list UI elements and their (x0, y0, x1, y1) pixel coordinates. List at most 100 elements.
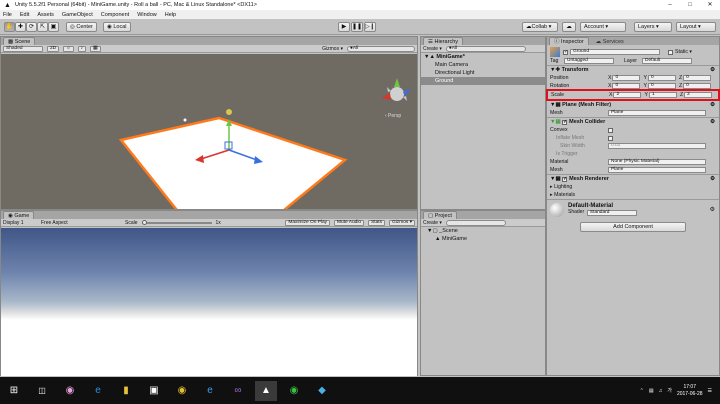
clock[interactable]: 17:07 2017-06-28 (677, 384, 703, 398)
mesh-filter-mesh-field[interactable]: Plane (608, 110, 706, 116)
move-tool-button[interactable]: ✚ (15, 22, 26, 32)
network-icon[interactable]: ▤ (649, 388, 654, 394)
taskbar-chrome[interactable]: ◉ (171, 381, 193, 401)
static-dropdown[interactable]: Static ▾ (675, 49, 692, 55)
orientation-gizmo[interactable] (382, 78, 411, 101)
collab-button[interactable]: ☁Collab ▾ (522, 22, 558, 32)
tab-project[interactable]: ▢ Project (423, 211, 457, 219)
taskbar-app-1[interactable]: ◉ (59, 381, 81, 401)
hierarchy-item-main-camera[interactable]: Main Camera (421, 61, 545, 69)
settings-gear-icon[interactable]: ⚙ (710, 206, 715, 213)
maximize-button[interactable]: □ (680, 0, 700, 10)
hand-tool-button[interactable]: ✋ (4, 22, 15, 32)
tab-services[interactable]: ☁ Services (590, 37, 629, 45)
tag-dropdown[interactable]: Untagged (564, 58, 614, 64)
start-button[interactable]: ⊞ (3, 381, 25, 401)
gizmos-dropdown[interactable]: Gizmos ▾ (322, 46, 343, 52)
menu-file[interactable]: File (3, 12, 12, 18)
position-z-field[interactable]: 0 (683, 75, 712, 81)
cloud-services-button[interactable]: ☁ (562, 22, 576, 32)
pause-button[interactable]: ❚❚ (351, 22, 363, 32)
project-search-input[interactable] (445, 219, 506, 226)
shading-mode-dropdown[interactable]: Shaded (3, 45, 43, 52)
mesh-filter-header[interactable]: ▼▦ Plane (Mesh Filter) ⚙ (547, 100, 719, 109)
step-button[interactable]: ▷❙ (364, 22, 376, 32)
materials-foldout[interactable]: ▸ Materials (547, 191, 719, 199)
hierarchy-scene-root[interactable]: ▼▲ MiniGame* (421, 53, 545, 61)
scale-slider[interactable] (141, 219, 212, 225)
stats-toggle[interactable]: Stats (368, 219, 385, 226)
scene-viewport[interactable]: ‹ Persp (1, 54, 417, 209)
hierarchy-item-ground[interactable]: Ground (421, 77, 545, 85)
scale-slider-thumb[interactable] (141, 219, 147, 225)
tab-hierarchy[interactable]: ☰ Hierarchy (423, 37, 464, 45)
taskbar-app-3[interactable]: ◆ (311, 381, 333, 401)
settings-gear-icon[interactable]: ⚙ (710, 102, 715, 108)
layers-dropdown[interactable]: Layers ▾ (634, 22, 672, 32)
object-name-field[interactable]: Ground (570, 49, 660, 55)
project-item-minigame[interactable]: ▲ MiniGame (421, 235, 545, 243)
tab-game[interactable]: ◉ Game (3, 211, 35, 219)
menu-window[interactable]: Window (137, 12, 157, 18)
layer-dropdown[interactable]: Default (642, 58, 692, 64)
scale-tool-button[interactable]: ⇱ (37, 22, 48, 32)
mesh-collider-enabled-checkbox[interactable]: ✓ (562, 119, 567, 125)
tray-expand-icon[interactable]: ⌃ (640, 388, 644, 394)
audio-toggle[interactable]: ♪ (77, 45, 86, 52)
pivot-local-toggle[interactable]: ◉ Local (103, 22, 131, 32)
ime-indicator[interactable]: 가 (667, 387, 672, 394)
active-checkbox[interactable]: ✓ (563, 49, 568, 55)
rotation-z-field[interactable]: 0 (683, 83, 712, 89)
transform-header[interactable]: ▼✚ Transform ⚙ (547, 65, 719, 74)
notifications-icon[interactable]: ☰ (708, 388, 712, 394)
project-create-dropdown[interactable]: Create ▾ (423, 220, 442, 226)
game-gizmos-dropdown[interactable]: Gizmos ▾ (389, 219, 415, 226)
add-component-button[interactable]: Add Component (580, 222, 686, 232)
settings-gear-icon[interactable]: ⚙ (710, 67, 715, 73)
menu-assets[interactable]: Assets (37, 12, 54, 18)
play-button[interactable]: ▶ (338, 22, 350, 32)
settings-gear-icon[interactable]: ⚙ (710, 119, 715, 125)
menu-help[interactable]: Help (165, 12, 176, 18)
effects-toggle[interactable]: ▦ (89, 45, 101, 52)
rotation-x-field[interactable]: 0 (612, 83, 641, 89)
taskbar-explorer[interactable]: ▮ (115, 381, 137, 401)
maximize-on-play-toggle[interactable]: Maximize On Play (285, 219, 331, 226)
task-view-button[interactable]: ◫ (31, 381, 53, 401)
scale-z-field[interactable]: 2 (684, 92, 713, 98)
taskbar-unity[interactable]: ▲ (255, 380, 277, 401)
static-checkbox[interactable] (668, 49, 673, 55)
taskbar-visual-studio[interactable]: ∞ (227, 381, 249, 401)
position-y-field[interactable]: 0 (647, 75, 676, 81)
hierarchy-search-input[interactable]: ●All (445, 45, 526, 52)
aspect-dropdown[interactable]: Free Aspect (41, 220, 121, 226)
lighting-toggle[interactable]: ☼ (63, 45, 74, 52)
rotation-y-field[interactable]: 0 (647, 83, 676, 89)
taskbar-ie[interactable]: e (199, 381, 221, 401)
scene-search-input[interactable]: ●All (347, 45, 415, 52)
mute-audio-toggle[interactable]: Mute Audio (334, 219, 365, 226)
scale-y-field[interactable]: 1 (648, 92, 677, 98)
convex-checkbox[interactable] (608, 127, 613, 133)
layout-dropdown[interactable]: Layout ▾ (676, 22, 716, 32)
hierarchy-item-directional-light[interactable]: Directional Light (421, 69, 545, 77)
ground-plane[interactable] (118, 116, 348, 209)
hierarchy-create-dropdown[interactable]: Create ▾ (423, 46, 442, 52)
taskbar-edge[interactable]: e (87, 381, 109, 401)
position-x-field[interactable]: 0 (612, 75, 641, 81)
collider-material-field[interactable]: None (Physic Material) (608, 159, 706, 165)
skin-width-field[interactable]: 0.01 (608, 143, 706, 149)
inflate-mesh-checkbox[interactable] (608, 135, 613, 141)
rect-tool-button[interactable]: ▣ (48, 22, 59, 32)
tab-inspector[interactable]: ⓘ Inspector (549, 37, 589, 45)
pivot-center-toggle[interactable]: ◎ Center (66, 22, 97, 32)
mesh-collider-header[interactable]: ▼▤ ✓ Mesh Collider ⚙ (547, 117, 719, 126)
collider-mesh-field[interactable]: Plane (608, 167, 706, 173)
display-dropdown[interactable]: Display 1 (3, 220, 37, 226)
mesh-renderer-enabled-checkbox[interactable]: ✓ (562, 176, 567, 182)
scale-x-field[interactable]: 2 (613, 92, 642, 98)
menu-gameobject[interactable]: GameObject (62, 12, 93, 18)
taskbar-store[interactable]: ▣ (143, 381, 165, 401)
shader-dropdown[interactable]: Standard (586, 210, 637, 216)
settings-gear-icon[interactable]: ⚙ (710, 176, 715, 182)
